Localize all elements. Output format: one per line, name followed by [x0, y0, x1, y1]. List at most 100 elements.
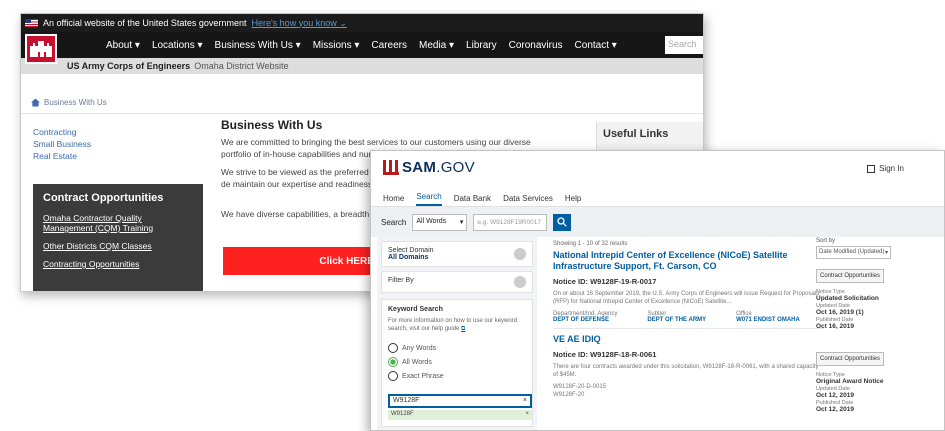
breadcrumb-current[interactable]: Business With Us [44, 98, 107, 107]
keyword-chip-label: W9128F [391, 411, 414, 417]
radio-any-words[interactable]: Any Words [388, 343, 526, 353]
result-title[interactable]: National Intrepid Center of Excellence (… [553, 250, 823, 272]
sam-eagle-icon [383, 160, 399, 175]
result-award-id: W9128F-20-D-0015 [553, 384, 607, 390]
sort-value: Date Modified (Updated) [819, 249, 885, 255]
search-button[interactable] [553, 213, 572, 231]
link-real-estate[interactable]: Real Estate [33, 150, 91, 162]
radio-circle-icon [388, 343, 398, 353]
result-meta: Department/Ind. Agency DEPT OF DEFENSE Su… [553, 311, 823, 323]
sam-nav-tabs: Home Search Data Bank Data Services Help [371, 189, 944, 207]
filter-toggle-icon[interactable] [514, 276, 526, 288]
link-contracting-opportunities[interactable]: Contracting Opportunities [43, 259, 193, 269]
breadcrumb: Business With Us [21, 92, 703, 114]
radio-circle-icon [388, 371, 398, 381]
keyword-input[interactable]: W9128F × [388, 394, 532, 408]
keyword-title: Keyword Search [388, 306, 443, 313]
usace-nav-items: About ▾ Locations ▾ Business With Us ▾ M… [106, 40, 617, 51]
office-value[interactable]: W071 ENDIST OMAHA [736, 317, 800, 323]
sam-logo-text: SAM [402, 159, 437, 176]
radio-exact-phrase[interactable]: Exact Phrase [388, 371, 526, 381]
search-input[interactable]: e.g. W9128F19R0017 [473, 213, 548, 231]
sam-search-bar: Search All Words ▾ e.g. W9128F19R0017 [371, 207, 944, 237]
results-side-column: Sort by Date Modified (Updated) ▾ Contra… [816, 238, 941, 413]
nav-business-with-us[interactable]: Business With Us ▾ [215, 40, 301, 51]
page-title: Business With Us [221, 118, 323, 132]
filter-by[interactable]: Filter By [381, 271, 533, 293]
select-domain-label: Select Domain [388, 247, 434, 254]
side-links: Contracting Small Business Real Estate [33, 126, 91, 162]
subtier-value[interactable]: DEPT OF THE ARMY [647, 317, 706, 323]
tab-search[interactable]: Search [416, 192, 442, 206]
keyword-help-text: For more information on how to use our k… [388, 318, 518, 332]
nav-about[interactable]: About ▾ [106, 40, 140, 51]
sign-in-link[interactable]: Sign In [867, 164, 904, 173]
search-scope-select[interactable]: All Words ▾ [412, 213, 468, 231]
results-list: Showing 1 - 10 of 32 results National In… [553, 241, 823, 399]
district-name: Omaha District Website [194, 61, 289, 71]
tab-data-services[interactable]: Data Services [503, 194, 553, 206]
results-count: Showing 1 - 10 of 32 results [553, 241, 628, 247]
filters-panel: Select Domain All Domains Filter By Keyw… [377, 237, 537, 430]
sam-window: SAM.GOV Sign In Home Search Data Bank Da… [370, 150, 945, 431]
published-date-value: Oct 16, 2019 [816, 323, 854, 330]
nav-contact[interactable]: Contact ▾ [575, 40, 617, 51]
nav-coronavirus[interactable]: Coronavirus [509, 40, 563, 51]
org-name[interactable]: US Army Corps of Engineers [67, 61, 190, 71]
keyword-chip: W9128F × [388, 410, 532, 420]
notice-type-value: Updated Solicitation [816, 295, 879, 302]
dept-value[interactable]: DEPT OF DEFENSE [553, 317, 617, 323]
search-scope-value: All Words [416, 217, 447, 225]
sam-logo[interactable]: SAM.GOV [383, 159, 475, 176]
contract-opportunities-box: Contract Opportunities Omaha Contractor … [33, 184, 203, 291]
usace-search-input[interactable]: Search [665, 36, 703, 54]
radio-all-words-label: All Words [402, 358, 432, 366]
castle-icon [30, 41, 52, 57]
nav-missions[interactable]: Missions ▾ [313, 40, 360, 51]
tab-home[interactable]: Home [383, 194, 404, 206]
search-icon [557, 217, 568, 227]
keyword-search-block: Keyword Search For more information on h… [381, 299, 533, 427]
result-domain-tag: Contract Opportunities [816, 352, 884, 366]
radio-exact-phrase-label: Exact Phrase [402, 372, 444, 380]
nav-library[interactable]: Library [466, 40, 497, 51]
us-flag-icon [25, 19, 38, 27]
updated-date-value: Oct 16, 2019 (1) [816, 309, 864, 316]
result-notice-id: Notice ID: W9128F-19-R-0017 [553, 277, 657, 286]
radio-all-words[interactable]: All Words [388, 357, 526, 367]
result-title[interactable]: VE AE IDIQ [553, 334, 823, 345]
select-domain-value: All Domains [388, 254, 429, 261]
tab-data-bank[interactable]: Data Bank [454, 194, 491, 206]
radio-any-words-label: Any Words [402, 344, 437, 352]
gov-banner-link[interactable]: Here's how you know ⌄ [251, 18, 346, 29]
select-domain[interactable]: Select Domain All Domains [381, 241, 533, 267]
sign-in-label: Sign In [879, 164, 904, 173]
published-date-value: Oct 12, 2019 [816, 406, 854, 413]
nav-media[interactable]: Media ▾ [419, 40, 454, 51]
remove-chip-icon[interactable]: × [525, 411, 529, 419]
link-small-business[interactable]: Small Business [33, 138, 91, 150]
sort-label: Sort by [816, 238, 836, 244]
contract-opportunities-title: Contract Opportunities [43, 192, 164, 204]
search-label: Search [381, 217, 407, 227]
result-notice-id: Notice ID: W9128F-18-R-0061 [553, 350, 657, 359]
link-other-cqm[interactable]: Other Districts CQM Classes [43, 241, 193, 251]
link-cqm-training[interactable]: Omaha Contractor Quality Management (CQM… [43, 213, 193, 233]
result-award-id: W9128F-20 [553, 392, 585, 398]
domain-toggle-icon[interactable] [514, 248, 526, 260]
usace-castle-logo[interactable] [25, 34, 57, 64]
result-description: There are four contracts awarded under t… [553, 364, 819, 378]
notice-type-value: Original Award Notice [816, 378, 884, 385]
link-contracting[interactable]: Contracting [33, 126, 91, 138]
gov-banner: An official website of the United States… [21, 14, 703, 32]
clear-icon[interactable]: × [523, 397, 527, 405]
sign-in-icon [867, 164, 876, 173]
updated-date-value: Oct 12, 2019 [816, 392, 854, 399]
home-icon[interactable] [31, 98, 40, 107]
help-guide-link-icon[interactable]: ⧉ [461, 326, 465, 332]
nav-careers[interactable]: Careers [371, 40, 407, 51]
result-domain-tag: Contract Opportunities [816, 269, 884, 283]
nav-locations[interactable]: Locations ▾ [152, 40, 203, 51]
sort-select[interactable]: Date Modified (Updated) ▾ [816, 246, 891, 259]
tab-help[interactable]: Help [565, 194, 581, 206]
